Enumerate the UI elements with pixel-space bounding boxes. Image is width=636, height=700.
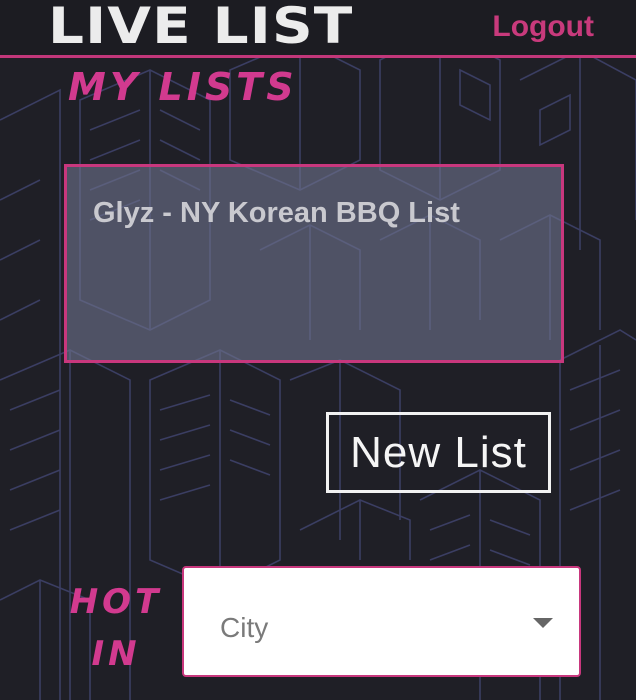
- hot-in-heading-line1: HOT: [69, 582, 163, 622]
- city-select[interactable]: City: [182, 566, 581, 677]
- top-nav-bar: LIVE LIST Logout: [0, 0, 636, 58]
- new-list-button[interactable]: New List: [326, 412, 551, 493]
- city-select-value: City: [220, 612, 269, 643]
- chevron-down-icon[interactable]: [533, 618, 553, 628]
- list-card[interactable]: Glyz - NY Korean BBQ List: [64, 164, 564, 363]
- app-logo[interactable]: LIVE LIST: [48, 0, 353, 54]
- list-card-title[interactable]: Glyz - NY Korean BBQ List: [93, 197, 460, 230]
- hot-in-heading-line2: IN: [91, 634, 141, 674]
- hot-in-heading: HOT IN: [68, 576, 164, 680]
- app-page: LIVE LIST Logout MY LISTS Glyz - NY Kore…: [0, 0, 636, 700]
- my-lists-heading: MY LISTS: [68, 65, 298, 109]
- logout-link[interactable]: Logout: [492, 10, 594, 44]
